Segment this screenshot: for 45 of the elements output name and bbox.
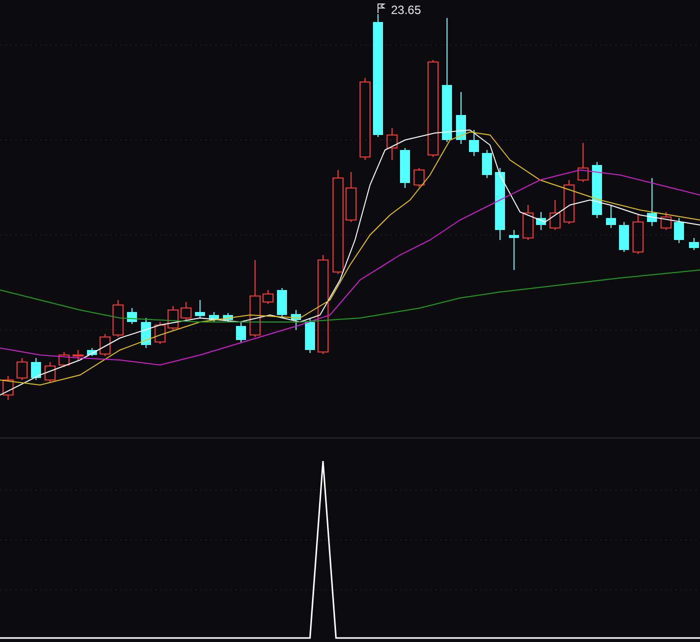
candlestick	[660, 212, 672, 230]
candlestick	[58, 352, 70, 368]
candlestick	[632, 214, 644, 254]
candlestick	[154, 322, 166, 344]
candlestick	[564, 180, 574, 224]
candlestick	[482, 150, 492, 178]
candlestick	[674, 218, 684, 244]
candlestick	[456, 92, 466, 144]
candlestick	[209, 312, 219, 322]
candlestick	[536, 212, 546, 230]
candlestick	[469, 130, 479, 156]
candlestick	[180, 302, 192, 320]
candlestick	[414, 168, 424, 188]
candlestick	[16, 358, 28, 380]
candlestick	[236, 322, 246, 344]
candlestick	[647, 178, 657, 226]
candlestick	[400, 148, 410, 188]
candlestick	[606, 204, 616, 228]
candlestick	[305, 318, 315, 354]
high-price-label: 23.65	[391, 3, 422, 17]
candlestick	[2, 376, 14, 400]
candlestick	[127, 308, 137, 324]
candlestick	[291, 310, 301, 330]
candlestick	[509, 230, 519, 270]
candlestick	[112, 300, 124, 338]
candlestick	[578, 142, 588, 182]
flag-icon	[378, 4, 386, 14]
candlestick	[195, 300, 205, 318]
candlestick	[592, 162, 602, 218]
candlestick	[72, 350, 84, 360]
candlestick	[141, 318, 151, 348]
candlestick	[31, 358, 41, 380]
candlestick	[277, 288, 287, 318]
candlestick	[619, 222, 629, 252]
candlestick	[262, 290, 274, 304]
candlestick	[44, 362, 56, 382]
candlestick	[168, 306, 178, 330]
candlestick	[346, 172, 356, 222]
candlestick	[522, 204, 534, 240]
candlestick	[223, 312, 233, 322]
candlestick	[550, 200, 560, 230]
candlestick	[386, 128, 398, 160]
candlestick	[689, 238, 699, 250]
candlestick	[87, 348, 97, 356]
candlestick	[100, 334, 110, 356]
